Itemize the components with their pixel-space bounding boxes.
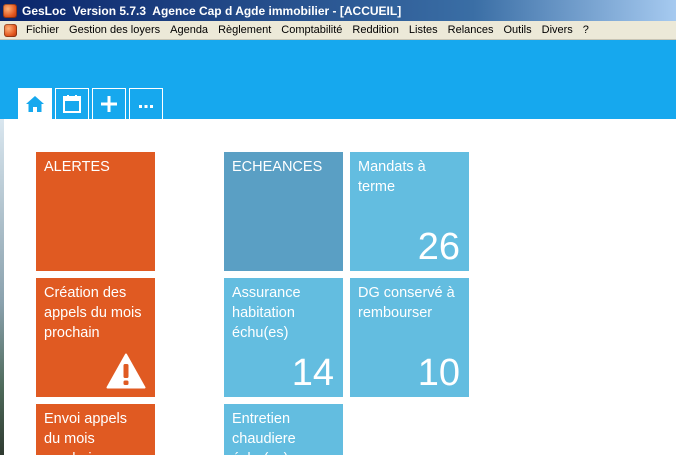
menu-outils[interactable]: Outils	[499, 21, 537, 40]
tile-echeances[interactable]: ECHEANCES	[224, 152, 343, 271]
window-titlebar: GesLoc Version 5.7.3 Agence Cap d Agde i…	[0, 0, 676, 21]
tile-creation-appels-label: Création des appels du mois prochain	[44, 285, 142, 341]
tile-entretien-chaudiere[interactable]: Entretien chaudiere échu(es)	[224, 404, 343, 455]
menu-listes[interactable]: Listes	[404, 21, 443, 40]
tab-agenda[interactable]	[55, 88, 89, 119]
menu-comptabilite[interactable]: Comptabilité	[276, 21, 347, 40]
tile-assurance-count: 14	[291, 352, 334, 394]
tab-bar	[18, 88, 166, 119]
tile-dg-conserve[interactable]: DG conservé à rembourser 10	[350, 278, 469, 397]
tab-more[interactable]	[129, 88, 163, 119]
tile-echeances-label: ECHEANCES	[232, 159, 323, 175]
gesloc-app-icon	[3, 3, 17, 18]
window-title: GesLoc Version 5.7.3 Agence Cap d Agde i…	[22, 3, 402, 18]
tab-home[interactable]	[18, 88, 52, 119]
tile-entretien-label: Entretien chaudiere échu(es)	[232, 411, 296, 455]
tile-alertes[interactable]: ALERTES	[36, 152, 155, 271]
tile-envoi-appels-label: Envoi appels du mois prochain	[44, 411, 128, 455]
tile-mandats-count: 26	[417, 226, 460, 268]
tile-envoi-appels[interactable]: Envoi appels du mois prochain	[36, 404, 155, 455]
desktop-background-strip	[0, 119, 4, 455]
tile-dg-label: DG conservé à rembourser	[358, 285, 455, 321]
tile-assurance-label: Assurance habitation échu(es)	[232, 285, 301, 341]
tile-assurance-habitation[interactable]: Assurance habitation échu(es) 14	[224, 278, 343, 397]
tile-dg-count: 10	[417, 352, 460, 394]
more-icon	[139, 105, 153, 108]
tile-alertes-label: ALERTES	[44, 159, 110, 175]
menu-reglement[interactable]: Règlement	[213, 21, 276, 40]
warning-icon	[106, 353, 146, 389]
menu-gestion-des-loyers[interactable]: Gestion des loyers	[64, 21, 165, 40]
menu-relances[interactable]: Relances	[443, 21, 499, 40]
menu-reddition[interactable]: Reddition	[347, 21, 403, 40]
plus-icon	[101, 96, 117, 112]
tab-add[interactable]	[92, 88, 126, 119]
gesloc-app-icon[interactable]	[4, 23, 17, 37]
home-icon	[26, 96, 44, 112]
menu-agenda[interactable]: Agenda	[165, 21, 213, 40]
menu-fichier[interactable]: Fichier	[21, 21, 64, 40]
menu-help[interactable]: ?	[578, 21, 594, 40]
menu-bar: Fichier Gestion des loyers Agenda Règlem…	[0, 21, 676, 40]
tile-creation-appels[interactable]: Création des appels du mois prochain	[36, 278, 155, 397]
menu-divers[interactable]: Divers	[537, 21, 578, 40]
tile-mandats-label: Mandats à terme	[358, 159, 426, 195]
calendar-icon	[63, 95, 81, 113]
tile-mandats-a-terme[interactable]: Mandats à terme 26	[350, 152, 469, 271]
